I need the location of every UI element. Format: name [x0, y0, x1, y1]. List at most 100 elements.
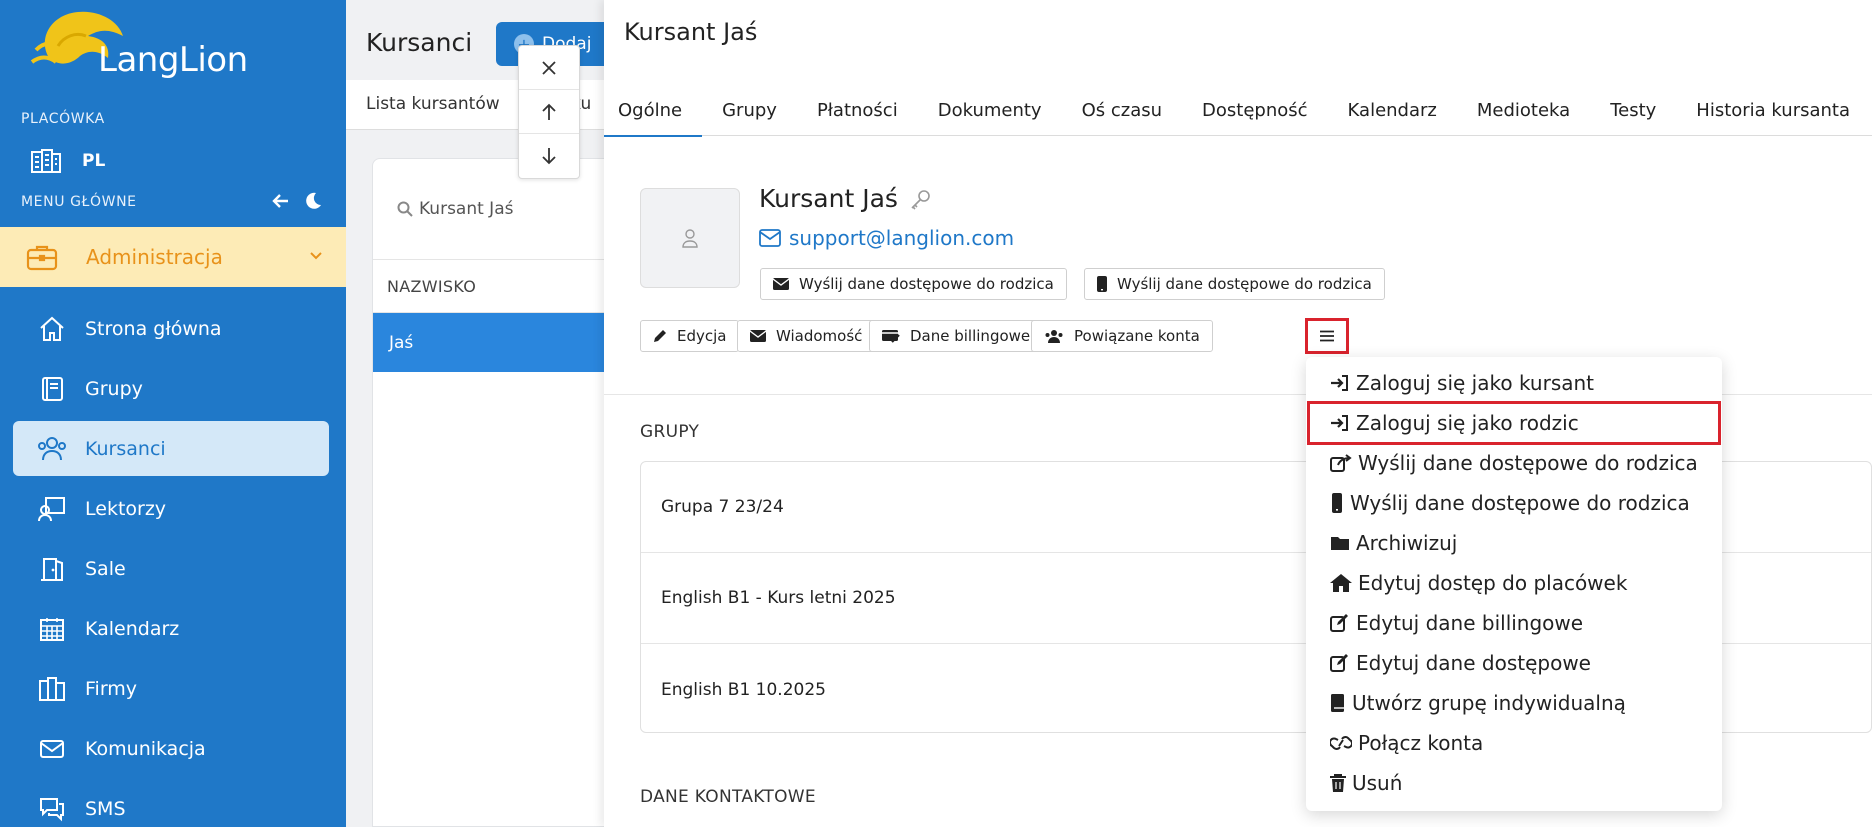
edit-icon — [1330, 654, 1348, 672]
column-header-nazwisko[interactable]: NAZWISKO — [373, 259, 605, 313]
sidebar-item-label: Strona główna — [85, 317, 222, 340]
tab-os-czasu[interactable]: Oś czasu — [1062, 88, 1182, 136]
arrow-left-icon[interactable] — [272, 192, 290, 210]
sidebar-item-sms[interactable]: SMS — [13, 781, 329, 827]
menu-item-archive[interactable]: Archiwizuj — [1330, 523, 1457, 563]
mobile-icon — [1332, 493, 1342, 513]
more-actions-button[interactable] — [1305, 318, 1349, 354]
menu-item-label: Połącz konta — [1358, 731, 1484, 755]
next-button[interactable] — [519, 134, 579, 178]
menu-item-label: Usuń — [1352, 771, 1403, 795]
home-icon — [37, 314, 67, 344]
sidebar-item-firmy[interactable]: Firmy — [13, 661, 329, 716]
menu-item-label: Edytuj dostęp do placówek — [1358, 571, 1628, 595]
mail-icon — [37, 734, 67, 764]
sidebar-item-strona-glowna[interactable]: Strona główna — [13, 301, 329, 356]
tab-dokumenty[interactable]: Dokumenty — [918, 88, 1062, 136]
linked-accounts-button[interactable]: Powiązane konta — [1031, 320, 1213, 352]
placowka-selector[interactable]: PL — [30, 146, 105, 176]
sidebar-item-label: Sale — [85, 557, 126, 580]
message-button[interactable]: Wiadomość — [737, 320, 876, 352]
sidebar-item-lektorzy[interactable]: Lektorzy — [13, 481, 329, 536]
menu-item-edit-branch-access[interactable]: Edytuj dostęp do placówek — [1330, 563, 1627, 603]
send-access-email-button[interactable]: Wyślij dane dostępowe do rodzica — [760, 268, 1067, 300]
groups-heading: GRUPY — [640, 422, 700, 442]
user-placeholder-icon — [682, 229, 698, 248]
sidebar-item-komunikacja[interactable]: Komunikacja — [13, 721, 329, 776]
tab-kalendarz[interactable]: Kalendarz — [1328, 88, 1457, 136]
sidebar-item-grupy[interactable]: Grupy — [13, 361, 329, 416]
drawer-tabs: Ogólne Grupy Płatności Dokumenty Oś czas… — [604, 88, 1872, 137]
menu-item-create-individual-group[interactable]: Utwórz grupę indywidualną — [1330, 683, 1626, 723]
send-access-sms-button[interactable]: Wyślij dane dostępowe do rodzica — [1084, 268, 1385, 300]
admin-menu[interactable]: Administracja — [0, 227, 346, 287]
menu-item-edit-billing[interactable]: Edytuj dane billingowe — [1330, 603, 1583, 643]
menu-item-delete[interactable]: Usuń — [1330, 763, 1402, 803]
menu-item-label: Utwórz grupę indywidualną — [1352, 691, 1626, 715]
home-icon — [1330, 574, 1352, 592]
avatar[interactable] — [640, 188, 740, 288]
tab-dostepnosc[interactable]: Dostępność — [1182, 88, 1328, 136]
billing-button[interactable]: Dane billingowe — [869, 320, 1044, 352]
tab-ogolne[interactable]: Ogólne — [604, 88, 703, 137]
menu-item-label: Archiwizuj — [1356, 531, 1458, 555]
previous-button[interactable] — [519, 90, 579, 134]
sidebar-item-label: Kalendarz — [85, 617, 180, 640]
building-icon — [37, 674, 67, 704]
tab-lista-kursantow[interactable]: Lista kursantów — [366, 94, 500, 114]
sidebar-item-label: Kursanci — [85, 437, 166, 460]
menu-tools — [272, 192, 322, 210]
sidebar-item-kursanci[interactable]: Kursanci — [13, 421, 329, 476]
arrow-up-icon — [542, 103, 556, 120]
message-label: Wiadomość — [776, 327, 863, 345]
logo[interactable]: LangLion — [28, 6, 258, 86]
tab-historia-kursanta[interactable]: Historia kursanta — [1676, 88, 1870, 136]
menu-item-login-as-student[interactable]: Zaloguj się jako kursant — [1330, 363, 1594, 403]
billing-card-icon — [882, 330, 900, 343]
drawer-title: Kursant Jaś — [624, 18, 758, 46]
placowka-value: PL — [82, 151, 106, 171]
moon-icon[interactable] — [304, 192, 322, 210]
edit-button[interactable]: Edycja — [640, 320, 740, 352]
sidebar-item-label: Komunikacja — [85, 737, 206, 760]
tab-platnosci[interactable]: Płatności — [797, 88, 918, 136]
sidebar-item-sale[interactable]: Sale — [13, 541, 329, 596]
search-input[interactable]: Kursant Jaś — [397, 199, 513, 219]
menu-item-send-access-sms[interactable]: Wyślij dane dostępowe do rodzica — [1330, 483, 1690, 523]
sidebar-item-label: Firmy — [85, 677, 138, 700]
book-icon — [1331, 694, 1344, 712]
list-card: Kursant Jaś NAZWISKO Jaś — [372, 158, 606, 827]
envelope-icon — [773, 278, 789, 290]
send-access-sms-label: Wyślij dane dostępowe do rodzica — [1117, 275, 1372, 293]
student-email[interactable]: support@langlion.com — [759, 226, 1014, 250]
folder-icon — [1331, 537, 1349, 550]
menu-item-link-accounts[interactable]: Połącz konta — [1330, 723, 1483, 763]
door-icon — [37, 554, 67, 584]
sidebar-item-label: SMS — [85, 797, 126, 820]
sidebar: LangLion PLACÓWKA PL MENU GŁÓWNE Adminis… — [0, 0, 346, 827]
briefcase-icon — [26, 245, 58, 271]
tab-testy[interactable]: Testy — [1590, 88, 1676, 136]
send-access-email-label: Wyślij dane dostępowe do rodzica — [799, 275, 1054, 293]
tab-grupy[interactable]: Grupy — [702, 88, 797, 136]
menu-item-label: Edytuj dane billingowe — [1356, 611, 1584, 635]
book-icon — [37, 374, 67, 404]
key-icon[interactable] — [910, 188, 932, 210]
teacher-icon — [37, 494, 67, 524]
table-row[interactable]: Jaś — [373, 313, 605, 372]
menu-item-send-access-email[interactable]: Wyślij dane dostępowe do rodzica — [1330, 443, 1698, 483]
pencil-icon — [654, 330, 666, 342]
search-icon — [397, 201, 413, 217]
link-icon — [1330, 736, 1352, 750]
sidebar-item-kalendarz[interactable]: Kalendarz — [13, 601, 329, 656]
trash-icon — [1330, 774, 1346, 792]
menu-item-edit-access[interactable]: Edytuj dane dostępowe — [1330, 643, 1591, 683]
tab-medioteka[interactable]: Medioteka — [1457, 88, 1590, 136]
admin-label: Administracja — [86, 245, 223, 269]
edit-icon — [1330, 614, 1348, 632]
contact-heading: DANE KONTAKTOWE — [640, 787, 816, 807]
close-button[interactable] — [519, 46, 579, 90]
drawer-controls — [518, 45, 580, 179]
mobile-icon — [1097, 276, 1107, 292]
student-email-text: support@langlion.com — [789, 226, 1015, 250]
